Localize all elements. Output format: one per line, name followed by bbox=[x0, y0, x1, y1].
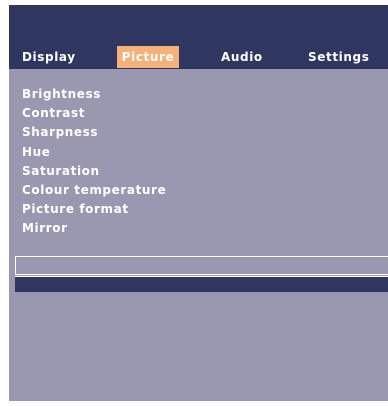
osd-menu-screen: Display Picture Audio Settings Brightnes… bbox=[9, 5, 388, 401]
menu-item-saturation[interactable]: Saturation bbox=[22, 162, 166, 181]
tab-settings[interactable]: Settings bbox=[308, 46, 369, 68]
menu-item-hue[interactable]: Hue bbox=[22, 143, 166, 162]
menu-item-contrast[interactable]: Contrast bbox=[22, 104, 166, 123]
info-box bbox=[15, 256, 388, 275]
menu-item-colour-temperature[interactable]: Colour temperature bbox=[22, 181, 166, 200]
menu-item-brightness[interactable]: Brightness bbox=[22, 85, 166, 104]
menu-item-sharpness[interactable]: Sharpness bbox=[22, 123, 166, 142]
status-bar bbox=[15, 276, 388, 292]
tab-audio[interactable]: Audio bbox=[221, 46, 263, 68]
menu-item-picture-format[interactable]: Picture format bbox=[22, 200, 166, 219]
tab-display[interactable]: Display bbox=[22, 46, 76, 68]
tab-picture[interactable]: Picture bbox=[117, 46, 179, 68]
menu-item-mirror[interactable]: Mirror bbox=[22, 219, 166, 238]
picture-settings-menu: Brightness Contrast Sharpness Hue Satura… bbox=[22, 85, 166, 239]
